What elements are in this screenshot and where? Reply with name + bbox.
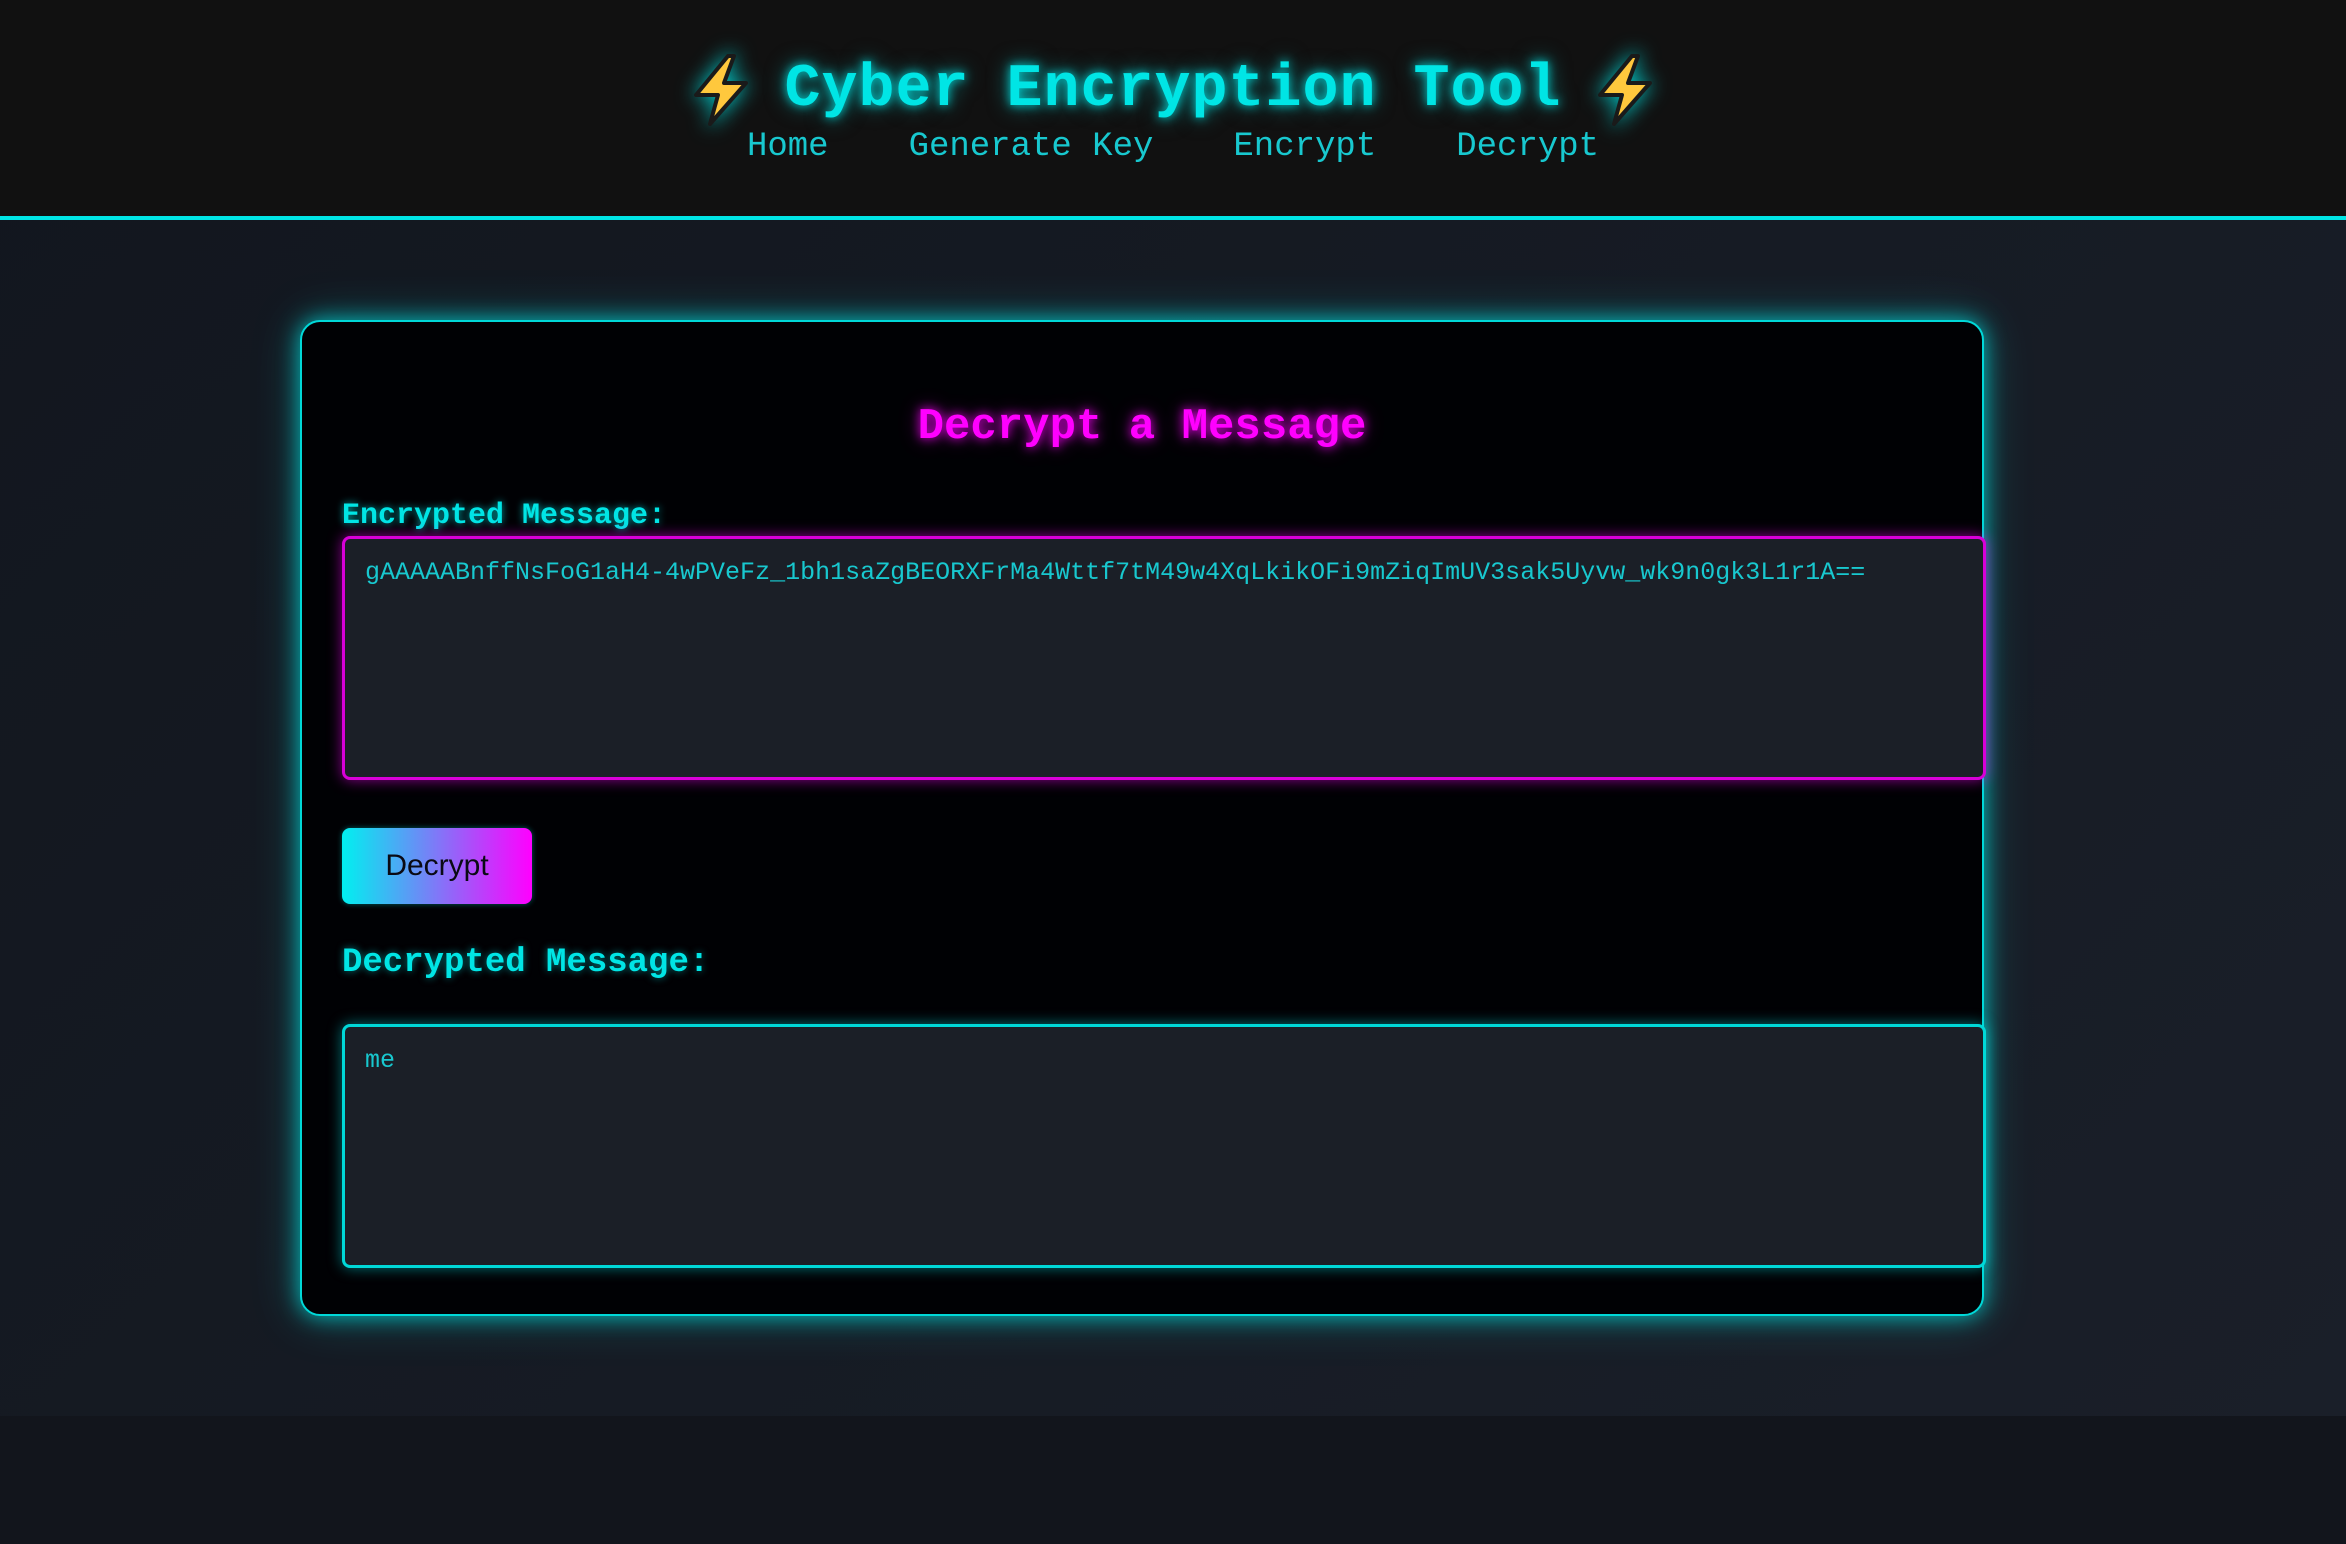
nav-link-generate-key[interactable]: Generate Key <box>909 122 1154 172</box>
page-footer-area <box>0 1416 2346 1544</box>
decrypted-message-output[interactable]: me <box>342 1024 1986 1268</box>
encrypted-message-input[interactable]: gAAAAABnffNsFoG1aH4-4wPVeFz_1bh1saZgBEOR… <box>342 536 1986 780</box>
lightning-bolt-icon <box>1597 54 1652 126</box>
encrypted-message-label: Encrypted Message: <box>342 499 667 533</box>
decrypted-message-label: Decrypted Message: <box>342 944 710 982</box>
nav-link-home[interactable]: Home <box>747 122 829 172</box>
nav-link-encrypt[interactable]: Encrypt <box>1233 122 1376 172</box>
site-header: Cyber Encryption Tool Home Generate Key … <box>0 0 2346 220</box>
main-nav: Home Generate Key Encrypt Decrypt <box>0 122 2346 172</box>
lightning-bolt-icon <box>694 54 749 126</box>
card-title: Decrypt a Message <box>917 402 1367 452</box>
decrypt-card: Decrypt a Message Encrypted Message: gAA… <box>300 320 1986 1316</box>
nav-link-decrypt[interactable]: Decrypt <box>1456 122 1599 172</box>
decrypt-button[interactable]: Decrypt <box>342 828 532 904</box>
